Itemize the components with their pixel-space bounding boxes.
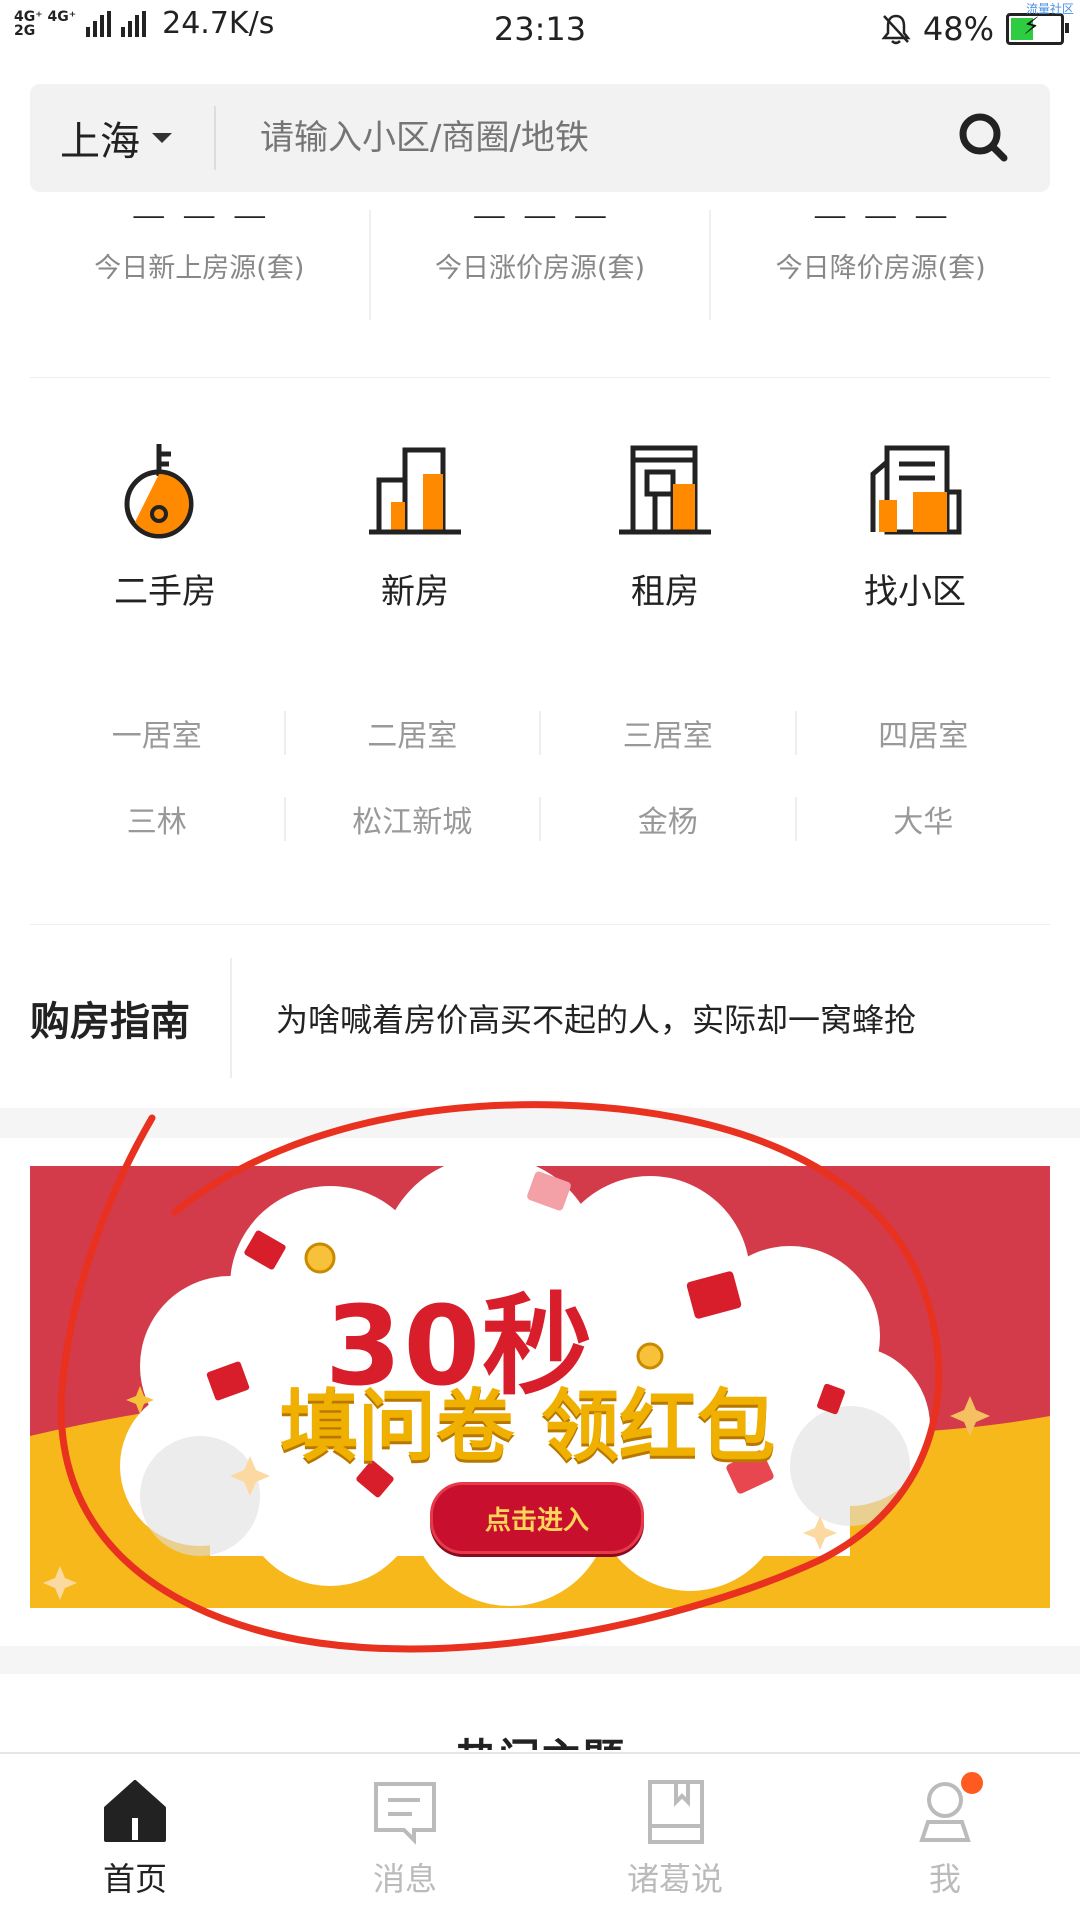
status-bar: 4G⁺ 4G⁺ 2G 24.7K/s 23:13 48% ⚡ 流量社区: [0, 0, 1080, 60]
stat-new-listings[interactable]: ▬ ▬ ▬ 今日新上房源(套): [30, 198, 369, 320]
tag-four-bedroom[interactable]: 四居室: [794, 711, 1051, 755]
nav-me[interactable]: 我: [810, 1754, 1080, 1922]
stat-price-up[interactable]: ▬ ▬ ▬ 今日涨价房源(套): [368, 198, 710, 320]
section-separator: [0, 1646, 1080, 1674]
stat-label: 今日涨价房源(套): [434, 253, 646, 284]
quick-tags: 一居室 二居室 三居室 四居室 三林 松江新城 金杨 大华: [30, 690, 1050, 862]
tag-dahua[interactable]: 大华: [794, 797, 1051, 841]
caret-down-icon: [152, 133, 172, 143]
tag-three-bedroom[interactable]: 三居室: [539, 711, 795, 755]
guide-title: 购房指南: [30, 999, 190, 1045]
section-separator: [0, 1108, 1080, 1138]
home-icon: [104, 1780, 166, 1842]
nav-label: 首页: [102, 1860, 167, 1898]
category-label: 租房: [631, 572, 699, 612]
nav-zhuge[interactable]: 诸葛说: [540, 1754, 810, 1922]
new-building-icon: [369, 447, 461, 535]
stat-number-clipped: ▬ ▬ ▬: [130, 198, 269, 218]
search-input[interactable]: [216, 83, 952, 193]
category-second-hand[interactable]: 二手房: [75, 440, 255, 613]
rental-building-icon: [619, 445, 711, 535]
tag-row: 一居室 二居室 三居室 四居室: [30, 690, 1050, 776]
stats-row: ▬ ▬ ▬ 今日新上房源(套) ▬ ▬ ▬ 今日涨价房源(套) ▬ ▬ ▬ 今日…: [30, 198, 1050, 320]
search-icon[interactable]: [952, 106, 1016, 170]
community-icon: [870, 445, 962, 535]
banner-subtitle: 填问卷 领红包: [280, 1382, 776, 1472]
divider: [30, 924, 1050, 925]
nav-label: 诸葛说: [626, 1860, 723, 1898]
hot-topics-title: 热门主题: [0, 1726, 1080, 1750]
category-label: 新房: [381, 572, 449, 612]
tag-one-bedroom[interactable]: 一居室: [30, 711, 284, 755]
buying-guide[interactable]: 购房指南 为啥喊着房价高买不起的人，实际却一窝蜂抢: [30, 958, 1050, 1078]
nav-label: 我: [928, 1860, 961, 1898]
stat-number-clipped: ▬ ▬ ▬: [811, 198, 950, 218]
battery-icon: ⚡: [1006, 12, 1069, 45]
search-bar: 上海: [30, 83, 1050, 193]
tag-sanlin[interactable]: 三林: [30, 797, 284, 841]
tag-row: 三林 松江新城 金杨 大华: [30, 776, 1050, 862]
nav-label: 消息: [372, 1860, 437, 1898]
category-rent[interactable]: 租房: [575, 440, 755, 613]
stat-price-down[interactable]: ▬ ▬ ▬ 今日降价房源(套): [709, 198, 1050, 320]
nav-home[interactable]: 首页: [0, 1754, 270, 1922]
bottom-nav: 首页 消息 诸葛说 我: [0, 1752, 1080, 1922]
divider: [30, 377, 1050, 378]
battery-percent: 48%: [922, 10, 994, 48]
banner-enter-button[interactable]: 点击进入: [430, 1482, 644, 1554]
category-find-community[interactable]: 找小区: [825, 440, 1005, 613]
mute-bell-icon: [881, 14, 911, 45]
notification-dot: [959, 1770, 985, 1796]
category-label: 二手房: [114, 572, 216, 612]
survey-banner[interactable]: 30秒 填问卷 领红包 点击进入: [30, 1166, 1050, 1608]
city-name: 上海: [60, 119, 140, 165]
watermark: 流量社区: [1025, 2, 1074, 16]
nav-messages[interactable]: 消息: [270, 1754, 540, 1922]
stat-label: 今日新上房源(套): [94, 253, 305, 284]
tag-songjiang[interactable]: 松江新城: [283, 797, 540, 841]
guide-divider: [230, 958, 232, 1078]
book-icon: [648, 1780, 704, 1844]
stat-label: 今日降价房源(套): [775, 253, 986, 284]
city-selector[interactable]: 上海: [30, 109, 200, 167]
category-row: 二手房 新房 租房 找小区: [0, 440, 1080, 613]
category-label: 找小区: [864, 572, 966, 612]
tag-jinyang[interactable]: 金杨: [539, 797, 795, 841]
message-icon: [374, 1782, 436, 1845]
stat-number-clipped: ▬ ▬ ▬: [471, 198, 610, 218]
guide-headline[interactable]: 为啥喊着房价高买不起的人，实际却一窝蜂抢: [276, 995, 916, 1041]
tag-two-bedroom[interactable]: 二居室: [283, 711, 540, 755]
key-icon: [124, 444, 194, 539]
category-new-house[interactable]: 新房: [325, 440, 505, 613]
